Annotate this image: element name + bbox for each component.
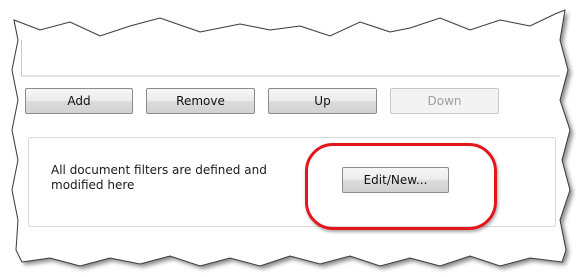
add-button[interactable]: Add bbox=[25, 88, 133, 114]
filters-description: All document filters are defined and mod… bbox=[51, 163, 267, 192]
up-button[interactable]: Up bbox=[268, 88, 377, 114]
down-button: Down bbox=[390, 88, 499, 114]
remove-button[interactable]: Remove bbox=[146, 88, 255, 114]
list-box-left-edge bbox=[21, 40, 22, 76]
highlight-annotation-ring bbox=[305, 143, 497, 230]
